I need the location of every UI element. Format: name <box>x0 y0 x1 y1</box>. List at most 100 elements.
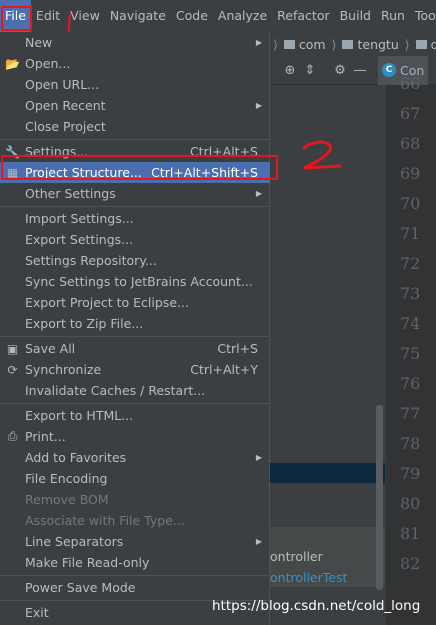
menu-item-open-recent[interactable]: Open Recent ▶ <box>0 95 270 116</box>
locate-icon[interactable]: ⊕ <box>280 63 300 78</box>
menu-item-export-to-zip-file[interactable]: Export to Zip File... <box>0 313 270 334</box>
menu-item-power-save-mode[interactable]: Power Save Mode <box>0 577 270 598</box>
submenu-arrow-icon: ▶ <box>255 189 262 198</box>
menu-navigate[interactable]: Navigate <box>105 0 171 32</box>
collapse-all-icon[interactable]: ⇕ <box>300 63 320 78</box>
line-number: 69 <box>400 164 421 183</box>
menu-item-line-separators[interactable]: Line Separators ▶ <box>0 531 270 552</box>
folder-icon: 📂 <box>5 56 20 71</box>
menu-item-invalidate-caches-restart[interactable]: Invalidate Caches / Restart... <box>0 380 270 401</box>
menu-item-file-encoding[interactable]: File Encoding <box>0 468 270 489</box>
menu-item-settings-repository[interactable]: Settings Repository... <box>0 250 270 271</box>
menu-item-label: Remove BOM <box>25 492 109 507</box>
line-number: 67 <box>400 104 421 123</box>
menu-item-label: Associate with File Type... <box>25 513 185 528</box>
menu-item-label: Add to Favorites <box>25 450 127 465</box>
menu-item-import-settings[interactable]: Import Settings... <box>0 208 270 229</box>
print-icon: ⎙ <box>7 429 18 443</box>
line-number: 75 <box>400 344 421 363</box>
menu-item-label: Open Recent <box>25 98 106 113</box>
sync-icon: ⟳ <box>7 362 18 377</box>
folder-icon <box>283 39 295 49</box>
menu-item-label: Close Project <box>25 119 106 134</box>
menu-item-synchronize[interactable]: ⟳ Synchronize Ctrl+Alt+Y <box>0 359 270 380</box>
breadcrumb-item-der[interactable]: der <box>413 37 436 52</box>
breadcrumb-item-com[interactable]: com <box>281 37 329 52</box>
menu-item-label: Settings Repository... <box>25 253 157 268</box>
menu-view[interactable]: View <box>65 0 105 32</box>
menu-item-label: Open... <box>25 56 71 71</box>
line-number: 74 <box>400 314 421 333</box>
line-number: 66 <box>400 74 421 93</box>
menu-item-open[interactable]: 📂 Open... <box>0 53 270 74</box>
line-number: 68 <box>400 134 421 153</box>
file-menu-dropdown: New ▶ 📂 Open... Open URL... Open Recent ▶ Close… <box>0 32 270 625</box>
annotation-box-file-menu <box>1 6 32 31</box>
menu-item-label: Synchronize <box>25 362 102 377</box>
menu-item-label: Import Settings... <box>25 211 134 226</box>
menu-item-label: Open URL... <box>25 77 100 92</box>
hide-icon[interactable]: — <box>350 63 370 78</box>
menu-item-open-url[interactable]: Open URL... <box>0 74 270 95</box>
line-number: 82 <box>400 554 421 573</box>
menu-item-label: File Encoding <box>25 471 108 486</box>
menu-item-sync-settings-to-jetbrains-account[interactable]: Sync Settings to JetBrains Account... <box>0 271 270 292</box>
line-number: 81 <box>400 524 421 543</box>
line-number: 70 <box>400 194 421 213</box>
line-number: 79 <box>400 464 421 483</box>
menu-code[interactable]: Code <box>171 0 213 32</box>
menu-item-label: Line Separators <box>25 534 124 549</box>
menu-separator <box>0 206 270 207</box>
class-icon: C <box>382 63 396 77</box>
menu-analyze[interactable]: Analyze <box>213 0 272 32</box>
menu-item-label: Sync Settings to JetBrains Account... <box>25 274 253 289</box>
menu-item-label: Export Project to Eclipse... <box>25 295 189 310</box>
menu-item-label: Save All <box>25 341 76 356</box>
menu-item-close-project[interactable]: Close Project <box>0 116 270 137</box>
breadcrumb-item-tengtu[interactable]: tengtu <box>339 37 401 52</box>
folder-icon <box>342 39 354 49</box>
tree-item[interactable]: ontroller <box>270 549 323 564</box>
submenu-arrow-icon: ▶ <box>255 101 262 110</box>
line-number: 72 <box>400 254 421 273</box>
breadcrumb: ⟩ com ⟩ tengtu ⟩ der <box>270 32 436 56</box>
menu-build[interactable]: Build <box>335 0 376 32</box>
menu-run[interactable]: Run <box>376 0 410 32</box>
menu-item-shortcut: Ctrl+Alt+Y <box>190 362 258 377</box>
menu-item-other-settings[interactable]: Other Settings ▶ <box>0 183 270 204</box>
annotation-mark-2 <box>302 140 342 170</box>
menu-separator <box>0 403 270 404</box>
menu-bar: File Edit View Navigate Code Analyze Refactor B… <box>0 0 436 32</box>
menu-item-label: New <box>25 35 53 50</box>
save-icon: ▣ <box>6 341 19 356</box>
menu-separator <box>0 575 270 576</box>
menu-item-new[interactable]: New ▶ <box>0 32 270 53</box>
chevron-left-icon: ⟩ <box>273 36 278 52</box>
menu-item-shortcut: Ctrl+S <box>217 341 258 356</box>
watermark: https://blog.csdn.net/cold_long <box>212 598 421 614</box>
menu-separator <box>0 336 270 337</box>
tree-selected-row[interactable] <box>270 463 385 483</box>
menu-item-add-to-favorites[interactable]: Add to Favorites ▶ <box>0 447 270 468</box>
menu-item-print[interactable]: ⎙ Print... <box>0 426 270 447</box>
menu-edit[interactable]: Edit <box>31 0 65 32</box>
menu-item-make-file-read-only[interactable]: Make File Read-only <box>0 552 270 573</box>
menu-item-label: Export Settings... <box>25 232 134 247</box>
menu-item-label: Other Settings <box>25 186 116 201</box>
breadcrumb-separator-icon: ⟩ <box>331 36 337 52</box>
line-number: 73 <box>400 284 421 303</box>
tree-scrollbar[interactable] <box>376 405 383 590</box>
menu-too[interactable]: Too <box>410 0 436 32</box>
tree-item[interactable]: ontrollerTest <box>270 570 347 585</box>
menu-item-save-all[interactable]: ▣ Save All Ctrl+S <box>0 338 270 359</box>
menu-item-export-settings[interactable]: Export Settings... <box>0 229 270 250</box>
menu-item-label: Export to HTML... <box>25 408 134 423</box>
menu-item-export-project-to-eclipse[interactable]: Export Project to Eclipse... <box>0 292 270 313</box>
submenu-arrow-icon: ▶ <box>255 38 262 47</box>
menu-item-export-to-html[interactable]: Export to HTML... <box>0 405 270 426</box>
folder-icon <box>415 39 427 49</box>
line-number: 80 <box>400 494 421 513</box>
gear-icon[interactable]: ⚙ <box>330 63 350 78</box>
menu-refactor[interactable]: Refactor <box>272 0 334 32</box>
menu-item-label: Invalidate Caches / Restart... <box>25 383 206 398</box>
